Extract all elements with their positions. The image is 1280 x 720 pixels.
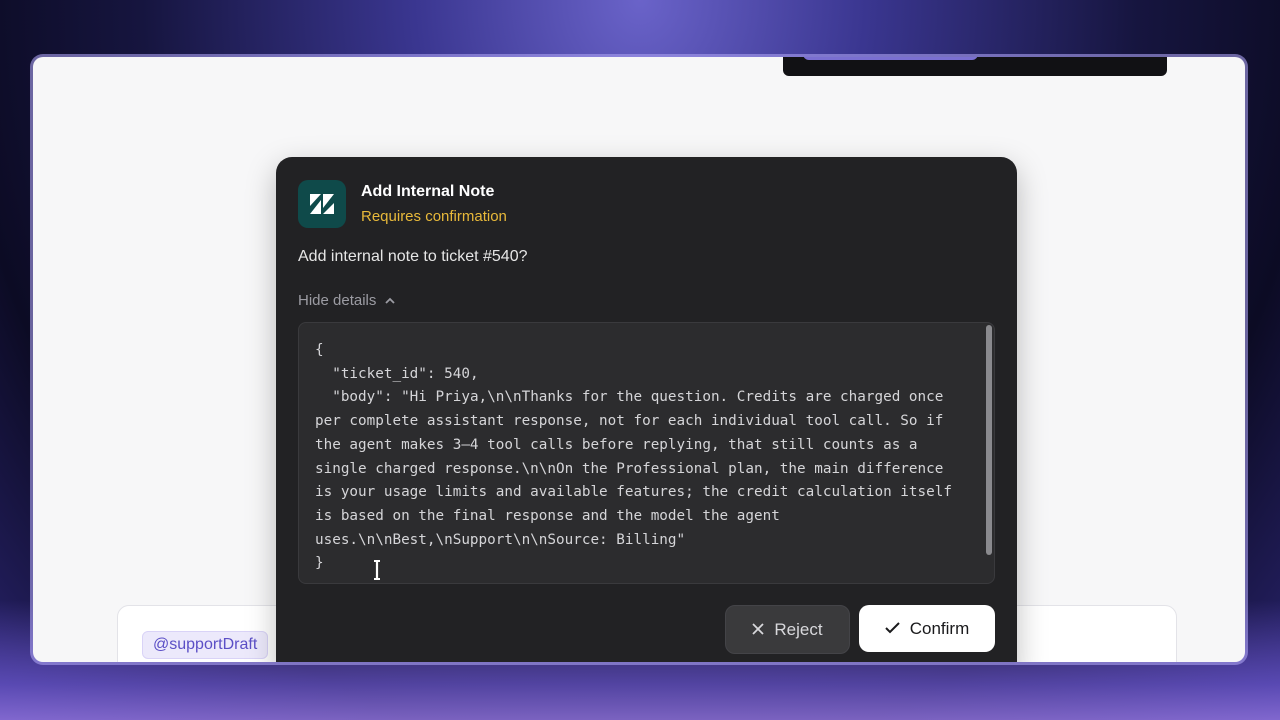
text-cursor-icon (373, 559, 381, 581)
check-icon (885, 619, 900, 639)
zendesk-icon (298, 180, 346, 228)
hide-details-toggle[interactable]: Hide details (298, 292, 396, 309)
app-window: @supportDraft Add Internal Note Requires… (33, 57, 1245, 662)
reject-button[interactable]: Reject (725, 605, 850, 654)
confirm-label: Confirm (909, 618, 970, 638)
toggle-label: Hide details (298, 292, 377, 309)
chevron-up-icon (384, 292, 396, 309)
code-content: { "ticket_id": 540, "body": "Hi Priya,\n… (315, 342, 952, 572)
close-icon (752, 620, 765, 640)
scrollbar[interactable] (986, 325, 992, 555)
dialog-question: Add internal note to ticket #540? (298, 248, 528, 265)
details-code-block[interactable]: { "ticket_id": 540, "body": "Hi Priya,\n… (298, 322, 995, 584)
dialog-subtitle: Requires confirmation (361, 208, 507, 225)
dialog-title: Add Internal Note (361, 183, 495, 200)
top-chip (803, 57, 978, 60)
confirm-button[interactable]: Confirm (859, 605, 995, 652)
mention-chip[interactable]: @supportDraft (142, 631, 269, 659)
reject-label: Reject (774, 619, 823, 639)
top-toolbar (783, 57, 1167, 76)
confirmation-dialog: Add Internal Note Requires confirmation … (276, 157, 1017, 662)
